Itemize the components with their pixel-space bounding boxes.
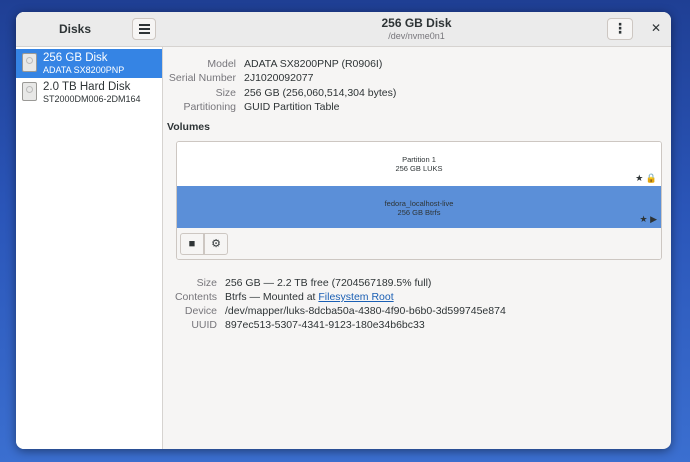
info-row-serial: Serial Number 2J1020092077 bbox=[162, 72, 671, 86]
volumes-heading: Volumes bbox=[167, 121, 210, 133]
hamburger-icon bbox=[139, 24, 150, 26]
volume-toolbar: ■ ⚙ bbox=[177, 228, 661, 259]
drive-item-2tb[interactable]: 2.0 TB Hard Disk ST2000DM006-2DM164 bbox=[16, 78, 162, 107]
window-subtitle: /dev/nvme0n1 bbox=[388, 31, 445, 41]
close-icon[interactable]: ✕ bbox=[651, 21, 661, 35]
partition-1-block[interactable]: Partition 1 256 GB LUKS ★ 🔒 bbox=[177, 142, 661, 187]
info-value: 256 GB — 2.2 TB free (7204567189.5% full… bbox=[225, 277, 432, 289]
main-header: 256 GB Disk /dev/nvme0n1 ⋮ ✕ bbox=[162, 12, 671, 47]
volume-map: Partition 1 256 GB LUKS ★ 🔒 fedora_local… bbox=[176, 141, 662, 260]
partition-name: fedora_localhost-live bbox=[384, 199, 454, 208]
disk-icon bbox=[22, 82, 37, 101]
volume-row-size: Size 256 GB — 2.2 TB free (7204567189.5%… bbox=[162, 277, 671, 291]
settings-gear-button[interactable]: ⚙ bbox=[204, 233, 228, 255]
drive-item-256gb[interactable]: 256 GB Disk ADATA SX8200PNP bbox=[16, 49, 162, 78]
info-value: 2J1020092077 bbox=[244, 72, 314, 84]
drive-name: 256 GB Disk bbox=[43, 52, 108, 64]
sidebar-header: Disks bbox=[16, 12, 162, 47]
hamburger-menu-button[interactable] bbox=[132, 18, 156, 40]
filesystem-root-link[interactable]: Filesystem Root bbox=[318, 291, 393, 303]
info-value: 256 GB (256,060,514,304 bytes) bbox=[244, 87, 397, 99]
partition-status-icons: ★ ▶ bbox=[639, 214, 658, 224]
disks-window: Disks 256 GB Disk ADATA SX8200PNP 2.0 TB… bbox=[16, 12, 671, 449]
info-value: GUID Partition Table bbox=[244, 101, 340, 113]
drive-model: ST2000DM006-2DM164 bbox=[43, 94, 141, 104]
volume-row-uuid: UUID 897ec513-5307-4341-9123-180e34b6bc3… bbox=[162, 319, 671, 333]
info-label: Device bbox=[184, 305, 217, 317]
info-row-partitioning: Partitioning GUID Partition Table bbox=[162, 101, 671, 115]
main-content: Model ADATA SX8200PNP (R0906I) Serial Nu… bbox=[162, 47, 671, 449]
info-label: Contents bbox=[174, 291, 217, 303]
info-label: Serial Number bbox=[168, 72, 236, 84]
info-value: Btrfs — Mounted at Filesystem Root bbox=[225, 291, 394, 303]
drive-model: ADATA SX8200PNP bbox=[43, 65, 125, 75]
info-label: Partitioning bbox=[183, 101, 236, 113]
info-label: Size bbox=[196, 277, 217, 289]
app-title: Disks bbox=[58, 22, 92, 36]
info-value: 897ec513-5307-4341-9123-180e34b6bc33 bbox=[225, 319, 425, 331]
partition-name: Partition 1 bbox=[402, 155, 436, 164]
info-label: Model bbox=[207, 58, 236, 70]
info-label: UUID bbox=[191, 319, 217, 331]
sidebar: Disks 256 GB Disk ADATA SX8200PNP 2.0 TB… bbox=[16, 12, 163, 449]
info-label: Size bbox=[215, 87, 236, 99]
info-row-model: Model ADATA SX8200PNP (R0906I) bbox=[162, 58, 671, 72]
hamburger-icon-line bbox=[139, 32, 150, 34]
drive-name: 2.0 TB Hard Disk bbox=[43, 81, 131, 93]
volume-row-contents: Contents Btrfs — Mounted at Filesystem R… bbox=[162, 291, 671, 305]
partition-detail: 256 GB LUKS bbox=[395, 164, 443, 173]
window-title: 256 GB Disk bbox=[381, 16, 452, 30]
stop-button[interactable]: ■ bbox=[180, 233, 204, 255]
info-value: ADATA SX8200PNP (R0906I) bbox=[244, 58, 383, 70]
volume-row-device: Device /dev/mapper/luks-8dcba50a-4380-4f… bbox=[162, 305, 671, 319]
info-value: /dev/mapper/luks-8dcba50a-4380-4f90-b6b0… bbox=[225, 305, 506, 317]
partition-btrfs-block[interactable]: fedora_localhost-live 256 GB Btrfs ★ ▶ bbox=[177, 186, 661, 228]
info-row-size: Size 256 GB (256,060,514,304 bytes) bbox=[162, 87, 671, 101]
drive-menu-button[interactable]: ⋮ bbox=[607, 18, 633, 40]
disk-icon bbox=[22, 53, 37, 72]
partition-detail: 256 GB Btrfs bbox=[397, 208, 441, 217]
hamburger-icon-line bbox=[139, 28, 150, 30]
partition-status-icons: ★ 🔒 bbox=[635, 173, 657, 183]
contents-text: Btrfs — Mounted at bbox=[225, 291, 319, 303]
